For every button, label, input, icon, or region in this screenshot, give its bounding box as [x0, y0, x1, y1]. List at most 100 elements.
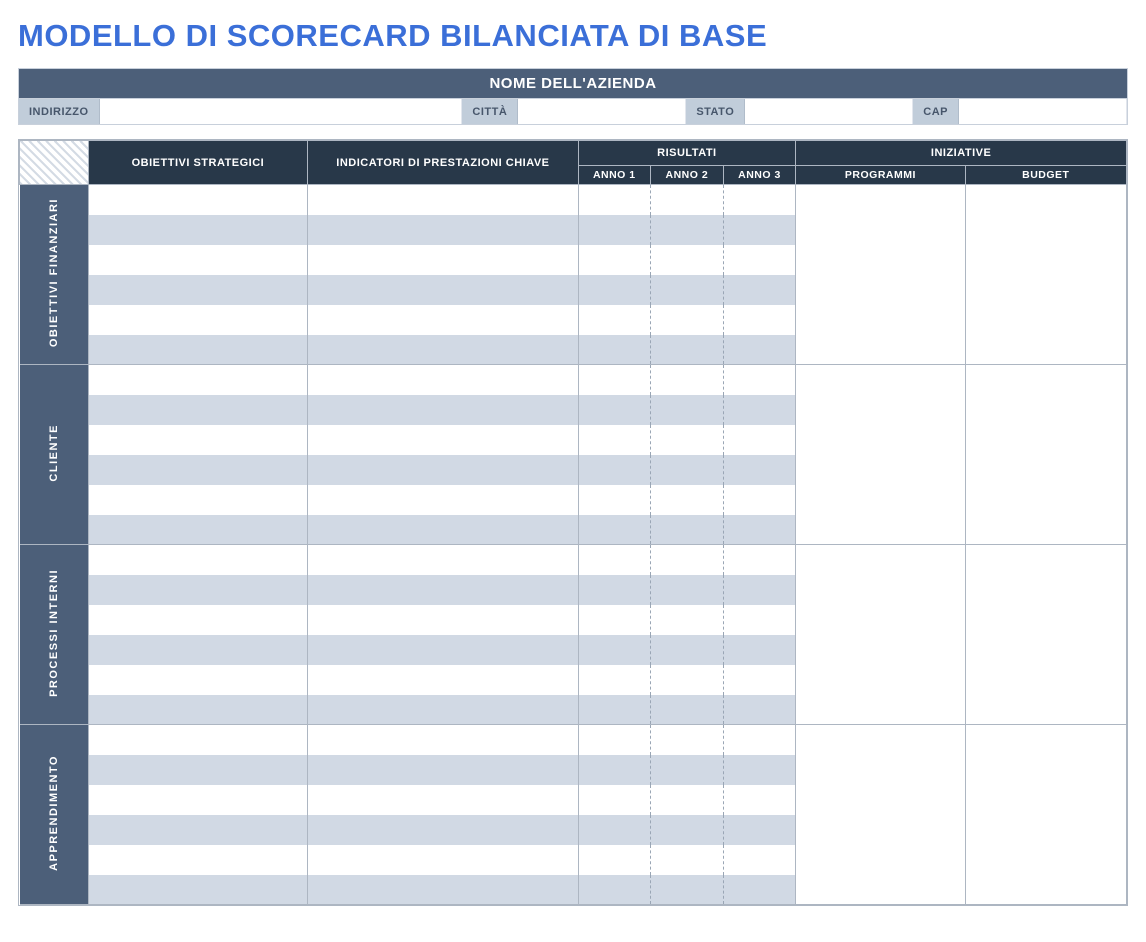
objective-cell[interactable]: [88, 365, 308, 395]
year2-cell[interactable]: [651, 845, 724, 875]
kpi-cell[interactable]: [308, 665, 578, 695]
kpi-cell[interactable]: [308, 755, 578, 785]
year3-cell[interactable]: [723, 305, 796, 335]
year2-cell[interactable]: [651, 185, 724, 215]
objective-cell[interactable]: [88, 275, 308, 305]
year2-cell[interactable]: [651, 785, 724, 815]
objective-cell[interactable]: [88, 305, 308, 335]
year1-cell[interactable]: [578, 695, 651, 725]
objective-cell[interactable]: [88, 695, 308, 725]
year2-cell[interactable]: [651, 605, 724, 635]
year1-cell[interactable]: [578, 755, 651, 785]
year1-cell[interactable]: [578, 785, 651, 815]
objective-cell[interactable]: [88, 185, 308, 215]
year1-cell[interactable]: [578, 545, 651, 575]
year2-cell[interactable]: [651, 425, 724, 455]
year3-cell[interactable]: [723, 665, 796, 695]
year3-cell[interactable]: [723, 875, 796, 905]
kpi-cell[interactable]: [308, 515, 578, 545]
year2-cell[interactable]: [651, 665, 724, 695]
year1-cell[interactable]: [578, 185, 651, 215]
year2-cell[interactable]: [651, 545, 724, 575]
year2-cell[interactable]: [651, 335, 724, 365]
objective-cell[interactable]: [88, 215, 308, 245]
programs-cell[interactable]: [796, 725, 965, 905]
objective-cell[interactable]: [88, 485, 308, 515]
kpi-cell[interactable]: [308, 215, 578, 245]
year3-cell[interactable]: [723, 245, 796, 275]
year3-cell[interactable]: [723, 695, 796, 725]
year2-cell[interactable]: [651, 725, 724, 755]
year2-cell[interactable]: [651, 575, 724, 605]
kpi-cell[interactable]: [308, 605, 578, 635]
year2-cell[interactable]: [651, 695, 724, 725]
kpi-cell[interactable]: [308, 485, 578, 515]
year1-cell[interactable]: [578, 305, 651, 335]
kpi-cell[interactable]: [308, 575, 578, 605]
year3-cell[interactable]: [723, 455, 796, 485]
objective-cell[interactable]: [88, 575, 308, 605]
kpi-cell[interactable]: [308, 395, 578, 425]
objective-cell[interactable]: [88, 395, 308, 425]
objective-cell[interactable]: [88, 755, 308, 785]
year3-cell[interactable]: [723, 545, 796, 575]
kpi-cell[interactable]: [308, 785, 578, 815]
objective-cell[interactable]: [88, 635, 308, 665]
objective-cell[interactable]: [88, 425, 308, 455]
year2-cell[interactable]: [651, 455, 724, 485]
budget-cell[interactable]: [965, 725, 1126, 905]
year2-cell[interactable]: [651, 755, 724, 785]
year3-cell[interactable]: [723, 785, 796, 815]
kpi-cell[interactable]: [308, 635, 578, 665]
city-input[interactable]: [518, 99, 686, 124]
kpi-cell[interactable]: [308, 335, 578, 365]
kpi-cell[interactable]: [308, 695, 578, 725]
programs-cell[interactable]: [796, 545, 965, 725]
year1-cell[interactable]: [578, 395, 651, 425]
year1-cell[interactable]: [578, 815, 651, 845]
year1-cell[interactable]: [578, 215, 651, 245]
year1-cell[interactable]: [578, 725, 651, 755]
kpi-cell[interactable]: [308, 815, 578, 845]
year2-cell[interactable]: [651, 275, 724, 305]
year2-cell[interactable]: [651, 245, 724, 275]
year3-cell[interactable]: [723, 605, 796, 635]
year3-cell[interactable]: [723, 725, 796, 755]
programs-cell[interactable]: [796, 365, 965, 545]
year3-cell[interactable]: [723, 185, 796, 215]
year2-cell[interactable]: [651, 365, 724, 395]
year1-cell[interactable]: [578, 875, 651, 905]
objective-cell[interactable]: [88, 845, 308, 875]
year3-cell[interactable]: [723, 515, 796, 545]
year1-cell[interactable]: [578, 455, 651, 485]
year3-cell[interactable]: [723, 755, 796, 785]
year2-cell[interactable]: [651, 815, 724, 845]
year2-cell[interactable]: [651, 515, 724, 545]
year3-cell[interactable]: [723, 215, 796, 245]
year3-cell[interactable]: [723, 365, 796, 395]
kpi-cell[interactable]: [308, 725, 578, 755]
kpi-cell[interactable]: [308, 875, 578, 905]
objective-cell[interactable]: [88, 545, 308, 575]
kpi-cell[interactable]: [308, 845, 578, 875]
year3-cell[interactable]: [723, 335, 796, 365]
kpi-cell[interactable]: [308, 425, 578, 455]
year1-cell[interactable]: [578, 665, 651, 695]
objective-cell[interactable]: [88, 245, 308, 275]
objective-cell[interactable]: [88, 605, 308, 635]
year3-cell[interactable]: [723, 275, 796, 305]
objective-cell[interactable]: [88, 815, 308, 845]
year1-cell[interactable]: [578, 485, 651, 515]
zip-input[interactable]: [959, 99, 1127, 124]
year3-cell[interactable]: [723, 395, 796, 425]
year2-cell[interactable]: [651, 875, 724, 905]
budget-cell[interactable]: [965, 185, 1126, 365]
kpi-cell[interactable]: [308, 455, 578, 485]
objective-cell[interactable]: [88, 455, 308, 485]
year2-cell[interactable]: [651, 485, 724, 515]
year1-cell[interactable]: [578, 845, 651, 875]
year3-cell[interactable]: [723, 575, 796, 605]
year1-cell[interactable]: [578, 635, 651, 665]
year3-cell[interactable]: [723, 425, 796, 455]
year3-cell[interactable]: [723, 635, 796, 665]
